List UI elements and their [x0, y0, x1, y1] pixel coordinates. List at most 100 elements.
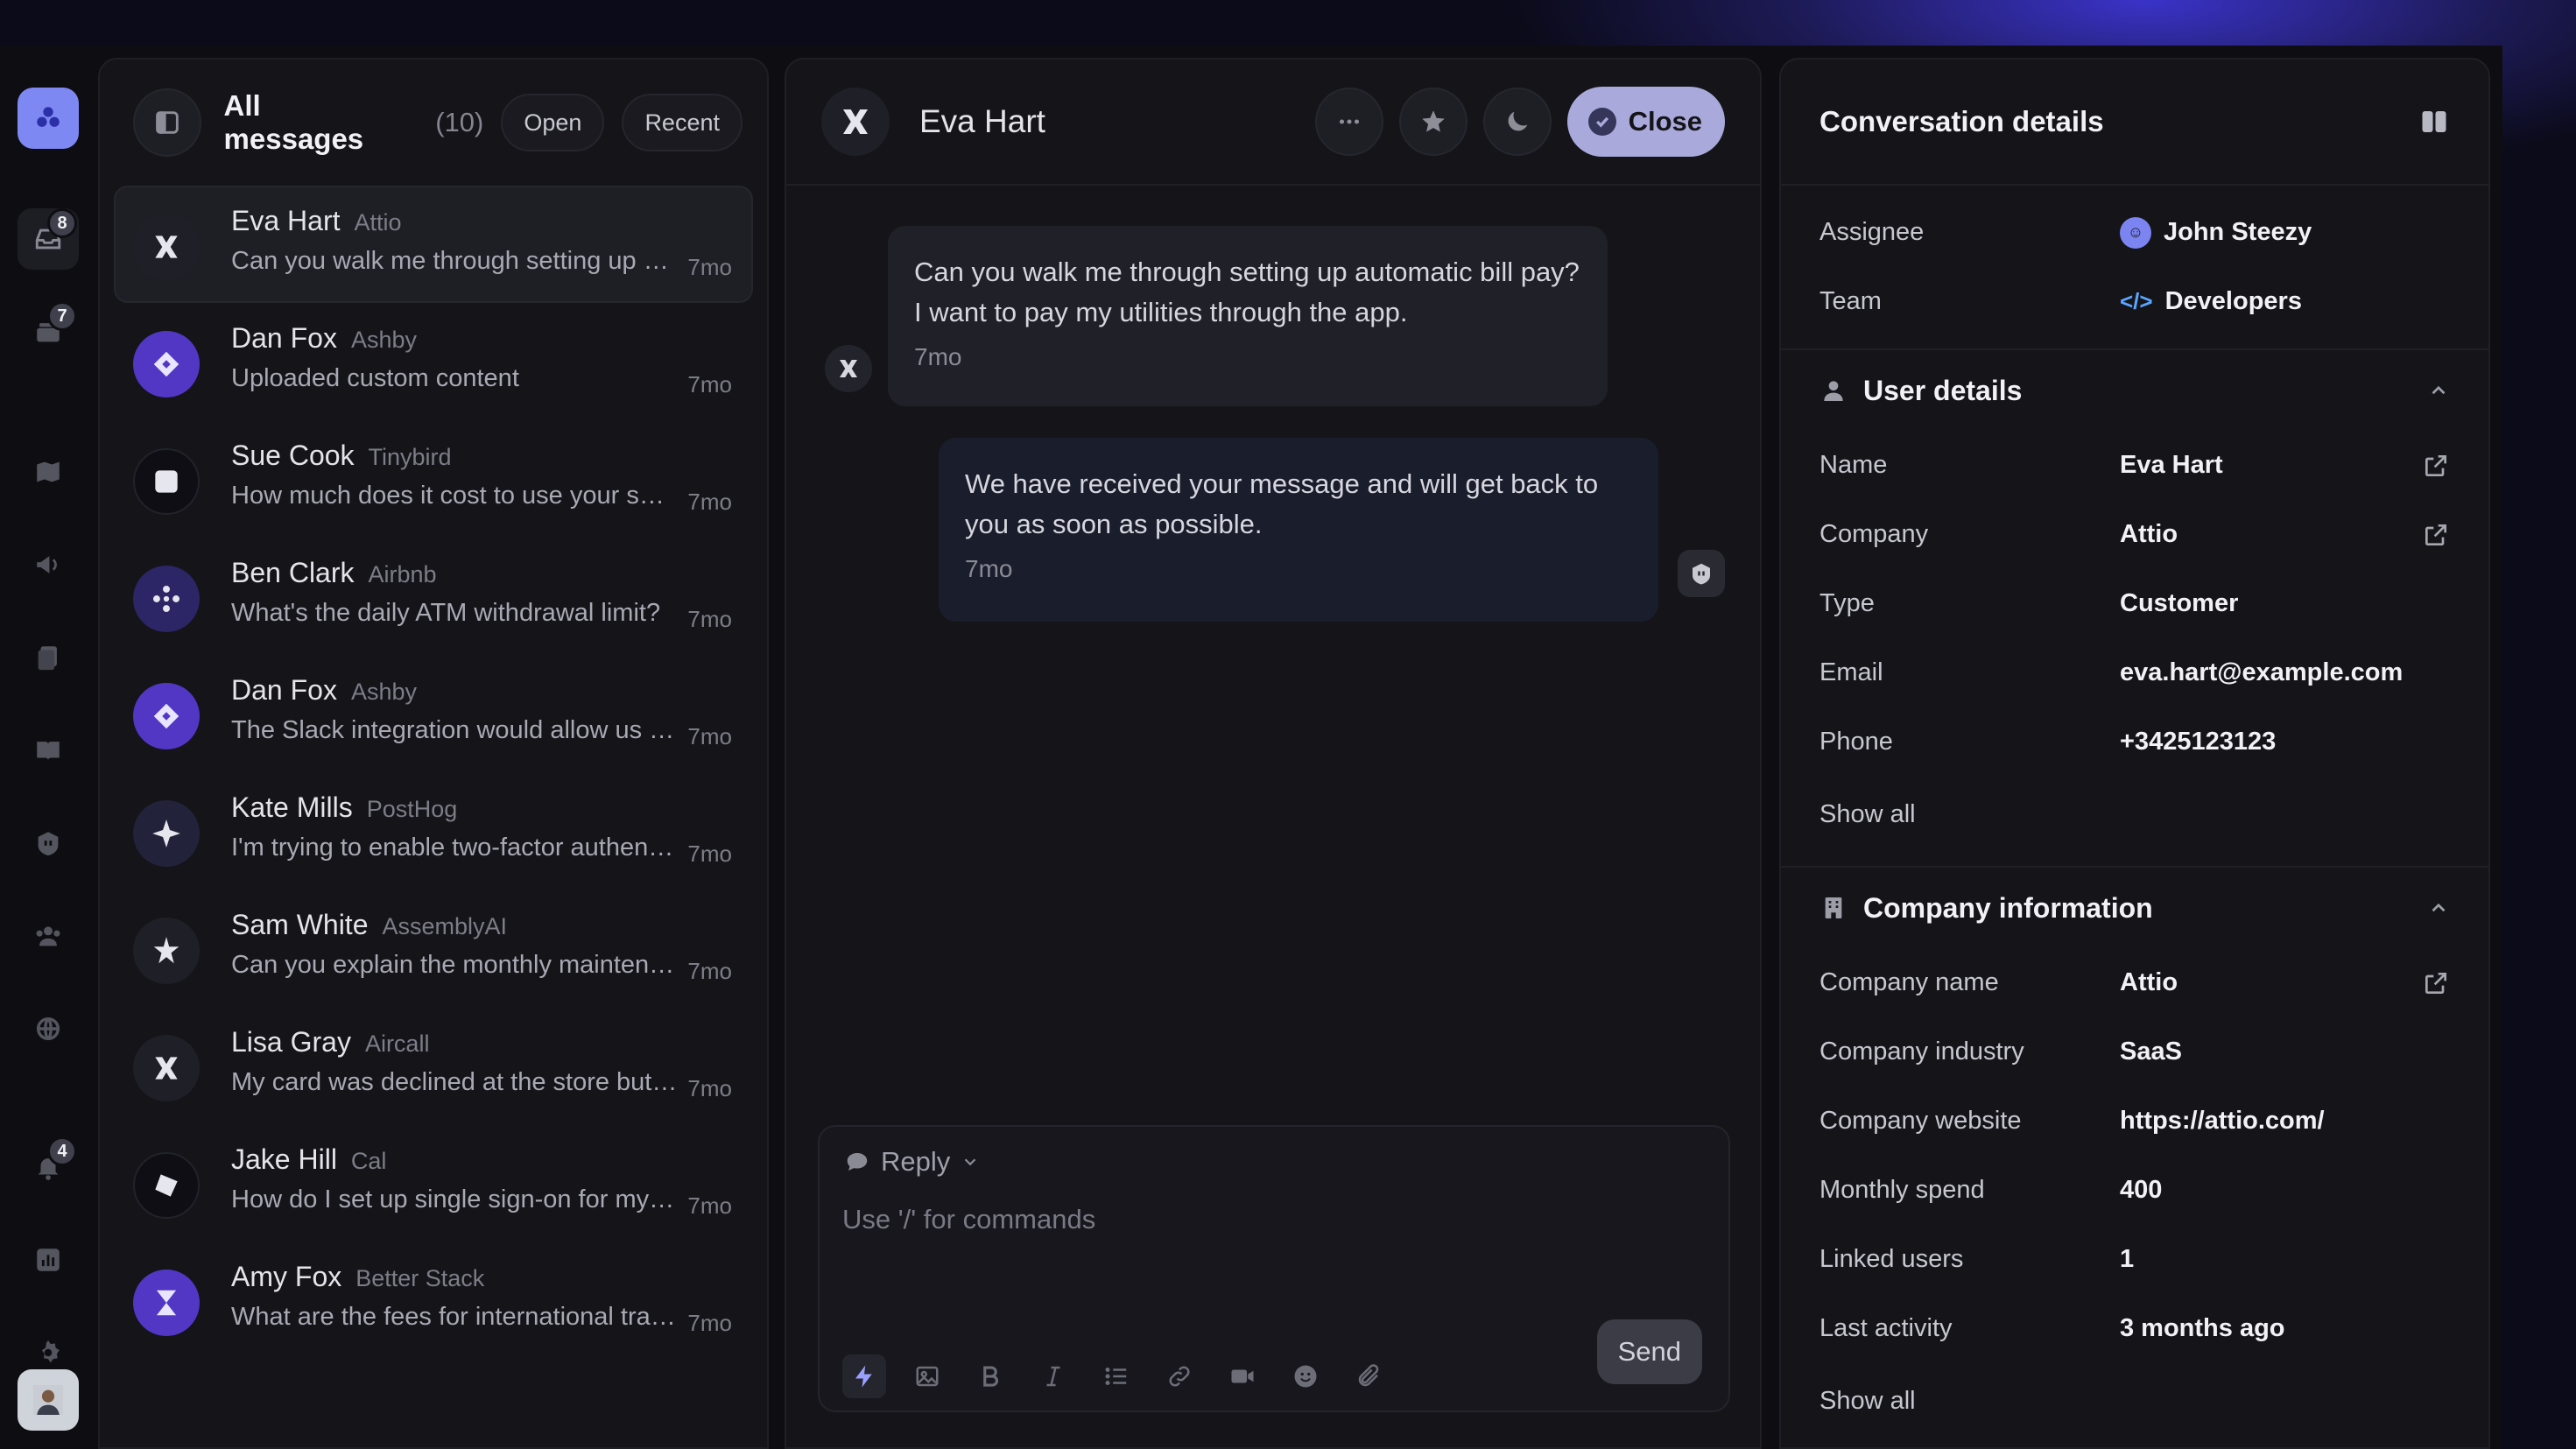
company-field-industry: Company industry SaaS — [1781, 1017, 2488, 1087]
message-time: 7mo — [965, 555, 1013, 582]
notifications-badge: 4 — [47, 1136, 77, 1166]
list-item[interactable]: Amy Fox Better Stack What are the fees fo… — [114, 1241, 753, 1359]
field-label: Monthly spend — [1819, 1176, 1985, 1204]
message-time: 7mo — [687, 1075, 732, 1101]
chevron-down-icon — [964, 1158, 976, 1166]
more-options-button[interactable] — [1314, 88, 1383, 156]
contact-company: Tinybird — [368, 444, 452, 470]
list-item[interactable]: Eva Hart Attio Can you walk me through se… — [114, 186, 753, 303]
list-item[interactable]: Dan Fox Ashby Uploaded custom content 7mo — [114, 303, 753, 420]
rail-map[interactable] — [18, 441, 79, 503]
chat-contact-name: Eva Hart — [919, 103, 1045, 139]
ellipsis-icon — [1339, 119, 1359, 124]
rail-campaigns[interactable] — [18, 534, 79, 595]
contact-name: Lisa Gray — [231, 1026, 351, 1058]
star-button[interactable] — [1398, 88, 1467, 156]
field-label: Linked users — [1819, 1245, 1964, 1273]
company-avatar — [133, 331, 200, 397]
person-icon — [1824, 381, 1843, 401]
attach-file-button[interactable] — [1347, 1354, 1390, 1398]
insert-link-button[interactable] — [1158, 1354, 1201, 1398]
list-item[interactable]: Sue Cook Tinybird How much does it cost t… — [114, 420, 753, 538]
field-label: Phone — [1819, 728, 1893, 756]
user-details-header[interactable]: User details — [1781, 350, 2488, 431]
field-label: Company industry — [1819, 1038, 2024, 1066]
external-link-icon[interactable] — [2422, 969, 2450, 997]
company-avatar — [133, 800, 200, 867]
list-item[interactable]: Lisa Gray Aircall My card was declined at… — [114, 1007, 753, 1124]
external-link-icon[interactable] — [2422, 452, 2450, 480]
list-item[interactable]: Ben Clark Airbnb What's the daily ATM wit… — [114, 538, 753, 655]
rail-inbox[interactable]: 8 — [18, 208, 79, 270]
field-label: Name — [1819, 451, 1888, 479]
message-time: 7mo — [687, 958, 732, 984]
outgoing-message: We have received your message and will g… — [939, 438, 1658, 622]
building-icon — [1825, 897, 1842, 918]
user-avatar[interactable] — [18, 1369, 79, 1431]
details-title: Conversation details — [1819, 105, 2104, 137]
rail-contacts[interactable] — [18, 905, 79, 967]
shortcuts-button[interactable] — [842, 1354, 886, 1398]
app-logo[interactable] — [18, 88, 79, 149]
company-avatar — [133, 1152, 200, 1219]
contact-company: Aircall — [364, 1030, 430, 1057]
field-value[interactable]: https://attio.com/ — [2120, 1107, 2450, 1136]
rail-integrations[interactable] — [18, 998, 79, 1059]
list-item[interactable]: Kate Mills PostHog I'm trying to enable t… — [114, 772, 753, 890]
rail-notifications[interactable]: 4 — [18, 1136, 79, 1198]
sort-filter-button[interactable]: Recent — [622, 94, 743, 151]
app-window: 8 7 4 All messages (10) Open Recent Eva … — [0, 46, 2502, 1449]
snooze-button[interactable] — [1482, 88, 1552, 156]
company-field-website: Company website https://attio.com/ — [1781, 1087, 2488, 1156]
rail-reports[interactable] — [18, 1229, 79, 1291]
list-header: All messages (10) Open Recent — [100, 60, 767, 186]
field-value: +3425123123 — [2120, 728, 2277, 756]
airbnb-logo-icon — [152, 585, 180, 613]
bold-button[interactable] — [968, 1354, 1012, 1398]
reply-mode-label: Reply — [881, 1146, 951, 1177]
rail-tickets[interactable]: 7 — [18, 301, 79, 362]
reply-mode-selector[interactable]: Reply — [844, 1146, 980, 1178]
contact-company: Cal — [350, 1148, 387, 1174]
field-value: Eva Hart — [2120, 451, 2223, 479]
panel-toggle-icon[interactable] — [2418, 106, 2450, 137]
gear-icon — [41, 1340, 60, 1363]
emoji-button[interactable] — [1284, 1354, 1327, 1398]
company-information-header[interactable]: Company information — [1781, 868, 2488, 948]
message-preview: Can you walk me through setting up autom… — [231, 247, 678, 275]
company-avatar — [133, 1035, 200, 1101]
message-time: 7mo — [687, 254, 732, 280]
bullet-list-button[interactable] — [1094, 1354, 1138, 1398]
show-all-company-details-link[interactable]: Show all — [1781, 1363, 2488, 1438]
emoji-icon — [1294, 1365, 1317, 1388]
list-item[interactable]: Jake Hill Cal How do I set up single sign… — [114, 1124, 753, 1241]
italic-button[interactable] — [1031, 1354, 1075, 1398]
list-item[interactable]: Dan Fox Ashby The Slack integration would… — [114, 655, 753, 772]
team-value[interactable]: </> Developers — [2120, 287, 2450, 316]
list-item[interactable]: Sam White AssemblyAI Can you explain the … — [114, 890, 753, 1007]
rail-bots[interactable] — [18, 812, 79, 874]
insert-image-button[interactable] — [905, 1354, 949, 1398]
message-input[interactable] — [842, 1204, 1630, 1235]
contact-name: Ben Clark — [231, 557, 355, 588]
map-icon — [37, 461, 60, 482]
rail-knowledge[interactable] — [18, 720, 79, 781]
message-preview: Uploaded custom content — [231, 364, 519, 392]
bot-icon — [1693, 563, 1710, 585]
message-time: 7mo — [687, 606, 732, 632]
check-circle-icon — [1587, 108, 1616, 136]
user-field-type: Type Customer — [1781, 569, 2488, 638]
rail-documents[interactable] — [18, 627, 79, 688]
toggle-sidebar-button[interactable] — [133, 88, 201, 157]
status-filter-button[interactable]: Open — [501, 94, 605, 151]
contact-company: Attio — [354, 209, 402, 236]
close-conversation-button[interactable]: Close — [1566, 87, 1725, 157]
video-button[interactable] — [1221, 1354, 1264, 1398]
user-field-company: Company Attio — [1781, 500, 2488, 569]
assignee-value[interactable]: ☺ John Steezy — [2120, 216, 2450, 249]
send-button[interactable]: Send — [1596, 1319, 1702, 1384]
field-label: Last activity — [1819, 1314, 1953, 1342]
show-all-user-details-link[interactable]: Show all — [1781, 777, 2488, 852]
external-link-icon[interactable] — [2422, 521, 2450, 549]
chart-icon — [37, 1249, 60, 1271]
